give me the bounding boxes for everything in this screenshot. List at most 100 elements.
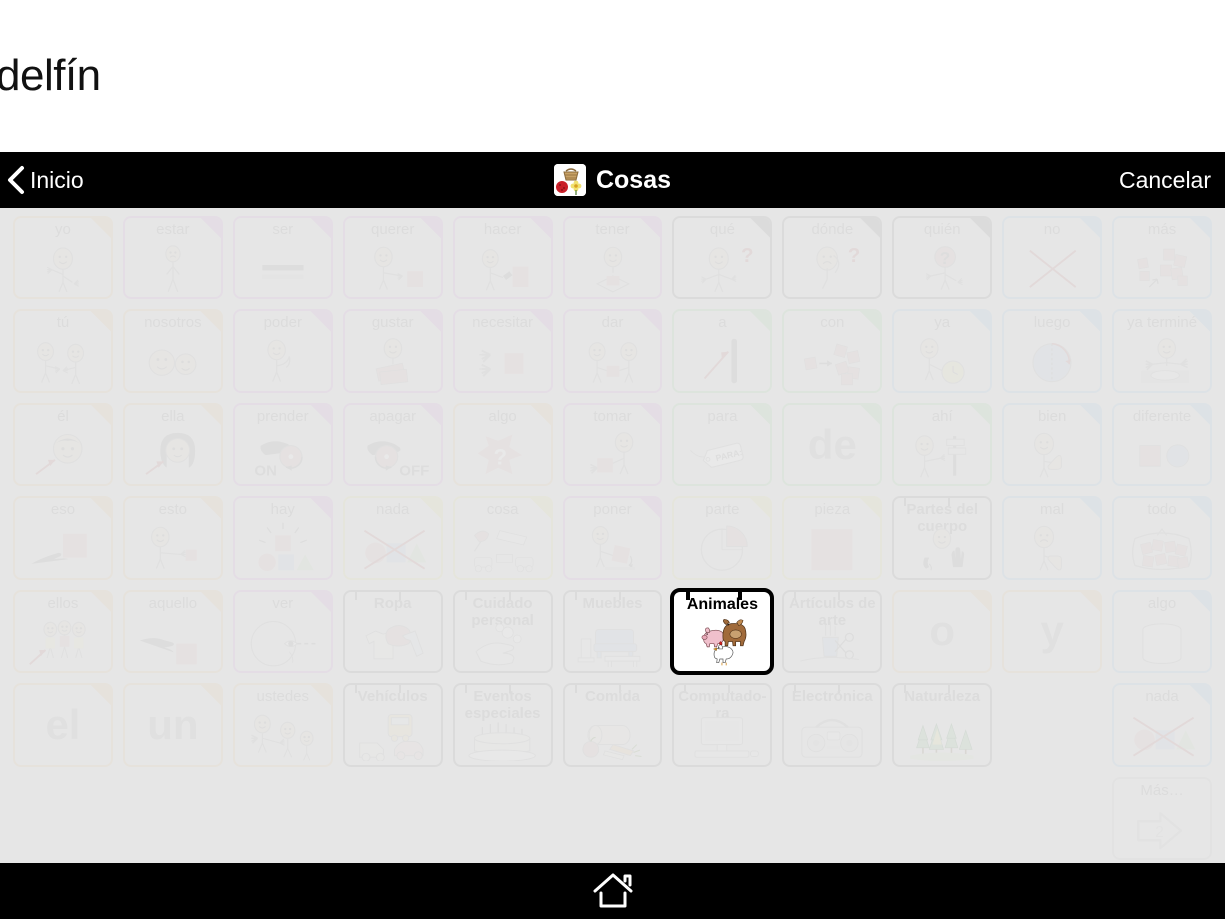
symbol-tile[interactable]: Comida: [562, 683, 663, 767]
symbol-tile[interactable]: dede: [782, 402, 883, 487]
grid-cell[interactable]: algo?: [450, 400, 556, 489]
symbol-tile[interactable]: ustedes: [232, 683, 333, 767]
grid-cell[interactable]: dar: [560, 306, 666, 395]
symbol-tile[interactable]: nosotros: [122, 309, 223, 393]
grid-cell[interactable]: algo: [1109, 587, 1215, 676]
symbol-tile[interactable]: ya: [892, 309, 993, 393]
symbol-tile[interactable]: ella: [122, 402, 223, 487]
symbol-tile[interactable]: Muebles: [562, 589, 663, 674]
grid-cell[interactable]: oo: [889, 587, 995, 676]
symbol-tile[interactable]: a: [672, 309, 773, 393]
grid-cell[interactable]: tener: [560, 213, 666, 302]
grid-cell[interactable]: diferente: [1109, 400, 1215, 489]
grid-cell[interactable]: hacer: [450, 213, 556, 302]
grid-cell[interactable]: aquello: [120, 587, 226, 676]
symbol-tile[interactable]: yy: [1002, 589, 1103, 674]
grid-cell[interactable]: nada: [1109, 680, 1215, 769]
symbol-tile[interactable]: Vehículos: [342, 683, 443, 767]
symbol-tile[interactable]: gustar: [342, 309, 443, 393]
grid-cell[interactable]: más: [1109, 213, 1215, 302]
grid-cell[interactable]: Electrónica: [779, 680, 885, 769]
symbol-tile[interactable]: Eventos especiales: [452, 683, 553, 767]
grid-cell[interactable]: unun: [120, 680, 226, 769]
symbol-tile[interactable]: bien: [1002, 402, 1103, 487]
grid-cell[interactable]: pieza: [779, 493, 885, 582]
symbol-tile[interactable]: nada: [1112, 683, 1212, 767]
symbol-tile[interactable]: todo: [1112, 496, 1212, 580]
grid-cell[interactable]: hay: [230, 493, 336, 582]
grid-cell[interactable]: necesitar: [450, 306, 556, 395]
grid-cell[interactable]: querer: [340, 213, 446, 302]
grid-cell[interactable]: con: [779, 306, 885, 395]
symbol-tile[interactable]: algo?: [452, 402, 553, 487]
symbol-tile[interactable]: querer: [342, 216, 443, 300]
grid-cell[interactable]: quién?: [889, 213, 995, 302]
symbol-tile[interactable]: qué ?: [672, 216, 773, 300]
grid-cell[interactable]: gustar: [340, 306, 446, 395]
cancel-button[interactable]: Cancelar: [1119, 152, 1211, 208]
symbol-tile[interactable]: él: [13, 402, 113, 487]
grid-cell[interactable]: Comida: [560, 680, 666, 769]
grid-cell[interactable]: ustedes: [230, 680, 336, 769]
symbol-tile[interactable]: cosa: [452, 496, 553, 580]
symbol-tile[interactable]: Electrónica: [782, 683, 883, 767]
symbol-tile[interactable]: diferente: [1112, 402, 1212, 487]
grid-cell[interactable]: cosa: [450, 493, 556, 582]
symbol-tile[interactable]: elel: [13, 683, 113, 767]
symbol-tile[interactable]: ver: [232, 589, 333, 674]
grid-cell[interactable]: qué ?: [669, 213, 775, 302]
symbol-tile[interactable]: Cuidado personal: [452, 589, 553, 674]
symbol-tile[interactable]: oo: [892, 589, 993, 674]
grid-cell[interactable]: Computado-ra: [669, 680, 775, 769]
symbol-tile[interactable]: Más… 2: [1112, 776, 1212, 860]
grid-cell[interactable]: ser: [230, 213, 336, 302]
symbol-tile[interactable]: ya terminé: [1112, 309, 1212, 393]
grid-cell[interactable]: para PARA:: [669, 400, 775, 489]
grid-cell[interactable]: todo: [1109, 493, 1215, 582]
grid-cell[interactable]: Eventos especiales: [450, 680, 556, 769]
grid-cell[interactable]: tomar: [560, 400, 666, 489]
grid-cell[interactable]: ella: [120, 400, 226, 489]
grid-cell[interactable]: prender ON: [230, 400, 336, 489]
symbol-tile[interactable]: poner: [562, 496, 663, 580]
grid-cell[interactable]: Ropa: [340, 587, 446, 676]
symbol-tile[interactable]: Naturaleza: [892, 683, 993, 767]
back-to-inicio-button[interactable]: Inicio: [6, 152, 84, 208]
symbol-tile[interactable]: estar: [122, 216, 223, 300]
symbol-tile[interactable]: ellos: [13, 589, 113, 674]
symbol-tile[interactable]: Partes del cuerpo: [892, 496, 993, 580]
symbol-tile[interactable]: aquello: [122, 589, 223, 674]
symbol-tile[interactable]: hacer: [452, 216, 553, 300]
grid-cell[interactable]: Muebles: [560, 587, 666, 676]
grid-cell[interactable]: Partes del cuerpo: [889, 493, 995, 582]
grid-cell[interactable]: Artículos de arte: [779, 587, 885, 676]
symbol-tile[interactable]: necesitar: [452, 309, 553, 393]
symbol-tile[interactable]: dar: [562, 309, 663, 393]
symbol-tile[interactable]: para PARA:: [672, 402, 773, 487]
grid-cell[interactable]: yy: [999, 587, 1105, 676]
grid-cell[interactable]: apagar OFF: [340, 400, 446, 489]
symbol-tile[interactable]: Artículos de arte: [782, 589, 883, 674]
grid-cell[interactable]: ver: [230, 587, 336, 676]
grid-cell[interactable]: ya terminé: [1109, 306, 1215, 395]
symbol-tile-selected[interactable]: Animales: [670, 587, 775, 676]
grid-cell[interactable]: a: [669, 306, 775, 395]
symbol-tile[interactable]: unun: [122, 683, 223, 767]
symbol-tile[interactable]: Ropa: [342, 589, 443, 674]
symbol-tile[interactable]: Computado-ra: [672, 683, 773, 767]
grid-cell[interactable]: eso: [10, 493, 116, 582]
grid-cell[interactable]: Animales: [669, 587, 775, 676]
grid-cell[interactable]: Más… 2: [1109, 774, 1215, 863]
symbol-tile[interactable]: algo: [1112, 589, 1212, 674]
symbol-tile[interactable]: ahí: [892, 402, 993, 487]
grid-cell[interactable]: poner: [560, 493, 666, 582]
home-button[interactable]: [590, 871, 636, 911]
grid-cell[interactable]: esto: [120, 493, 226, 582]
grid-cell[interactable]: Cuidado personal: [450, 587, 556, 676]
grid-cell[interactable]: yo: [10, 213, 116, 302]
symbol-tile[interactable]: apagar OFF: [342, 402, 443, 487]
grid-cell[interactable]: nada: [340, 493, 446, 582]
symbol-tile[interactable]: pieza: [782, 496, 883, 580]
symbol-tile[interactable]: esto: [122, 496, 223, 580]
grid-cell[interactable]: ellos: [10, 587, 116, 676]
